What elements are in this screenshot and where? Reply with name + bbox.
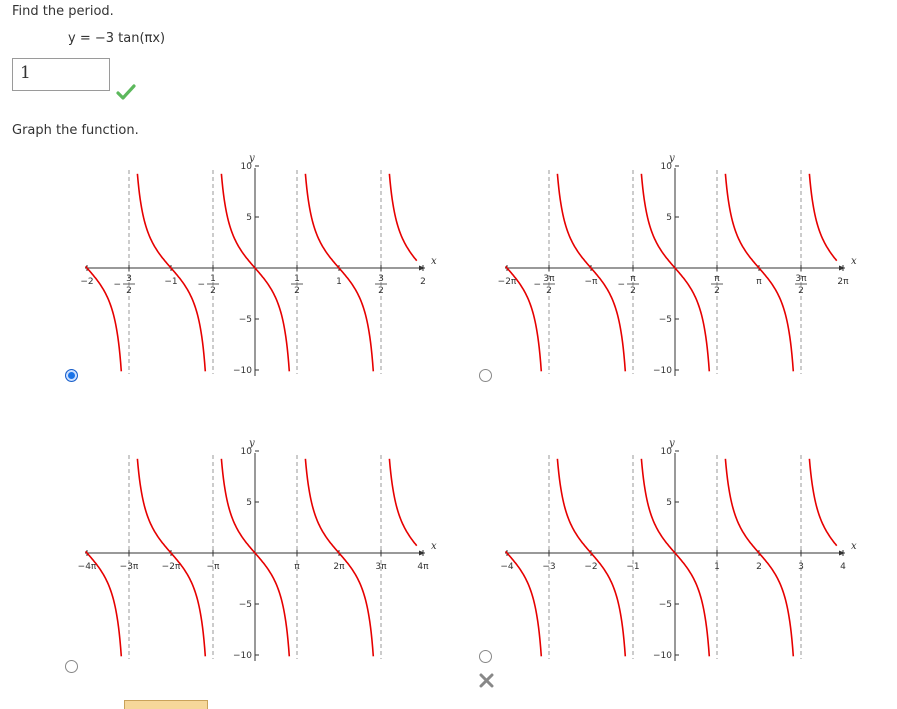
tangent-curve-branch <box>724 458 795 657</box>
x-tick-label: −4 <box>500 562 514 572</box>
svg-text:3π: 3π <box>543 274 555 284</box>
x-tick-label: 1 <box>336 277 342 287</box>
svg-text:2: 2 <box>714 286 720 296</box>
tangent-curve-branch <box>556 173 627 372</box>
graph-option-a: x y 10 5 −5 −10 −2−3 2 −1−1 2 1 2 1 3 2 2 <box>70 140 500 390</box>
svg-text:2: 2 <box>630 286 636 296</box>
x-tick-label: −π 2 <box>617 274 639 296</box>
tangent-curve-branch <box>388 458 418 547</box>
graph-option-d: x y 10 5 −5 −10 −4 −3 −2 −1 1 2 3 4 <box>490 425 897 675</box>
period-answer-field[interactable]: 1 <box>12 58 110 91</box>
x-tick-label: 2π <box>333 562 345 572</box>
svg-text:3: 3 <box>126 274 132 284</box>
x-tick-label: −4π <box>78 562 97 572</box>
y-tick-label: 10 <box>241 162 253 172</box>
svg-text:1: 1 <box>294 274 300 284</box>
x-tick-label: 4 <box>840 562 846 572</box>
x-tick-label: −3 2 <box>113 274 135 296</box>
tangent-curve-branch <box>724 173 795 372</box>
radio-option-b[interactable] <box>479 369 492 382</box>
tangent-curve-branch <box>304 458 375 657</box>
tangent-curve-branch <box>304 173 375 372</box>
x-tick-label: −3 <box>542 562 555 572</box>
svg-text:2: 2 <box>546 286 552 296</box>
x-tick-label: 1 <box>714 562 720 572</box>
x-tick-label: −2 <box>584 562 597 572</box>
svg-text:2: 2 <box>378 286 384 296</box>
prompt-find-period: Find the period. <box>12 4 114 19</box>
svg-text:2: 2 <box>126 286 132 296</box>
x-axis-label: x <box>851 256 857 267</box>
x-tick-label: −2 <box>80 277 93 287</box>
svg-text:1: 1 <box>210 274 216 284</box>
graph-option-b: x y 10 5 −5 −10 −2π −3π 2 −π − π 2 π 2 π 3π 2 2π <box>490 140 897 390</box>
x-tick-label: 2π <box>837 277 849 287</box>
prompt-graph-function: Graph the function. <box>12 123 139 138</box>
next-button[interactable] <box>124 700 208 709</box>
tangent-curve-branch <box>388 173 418 262</box>
svg-text:3π: 3π <box>795 274 807 284</box>
tangent-curve-branch <box>808 458 838 547</box>
svg-text:−: − <box>113 280 121 290</box>
tangent-curve-branch <box>556 458 627 657</box>
svg-text:−: − <box>533 280 541 290</box>
y-tick-label: 10 <box>241 447 253 457</box>
y-tick-label: 10 <box>661 162 673 172</box>
equation: y = −3 tan(πx) <box>68 31 166 46</box>
x-tick-label: 2 <box>756 562 762 572</box>
x-axis-label: x <box>431 541 437 552</box>
x-axis-arrow <box>839 550 845 556</box>
x-axis-arrow <box>419 265 425 271</box>
correct-check-icon <box>116 84 136 100</box>
x-tick-label: −π <box>585 277 599 287</box>
x-axis-arrow <box>419 550 425 556</box>
tangent-curve-branch <box>808 173 838 262</box>
svg-text:π: π <box>714 274 720 284</box>
x-tick-label: −2π <box>162 562 181 572</box>
radio-option-c[interactable] <box>65 660 78 673</box>
x-tick-label: 3π <box>375 562 387 572</box>
y-tick-label: 5 <box>666 498 672 508</box>
x-axis-arrow <box>839 265 845 271</box>
y-tick-label: −10 <box>233 366 252 376</box>
x-tick-label: −1 <box>164 277 177 287</box>
y-tick-label: 5 <box>246 498 252 508</box>
svg-text:3: 3 <box>378 274 384 284</box>
y-tick-label: −5 <box>239 315 252 325</box>
x-tick-label: 2 <box>420 277 426 287</box>
x-tick-label: −2π <box>498 277 517 287</box>
tangent-curve-branch <box>136 173 207 372</box>
y-tick-label: −5 <box>659 315 672 325</box>
radio-option-a[interactable] <box>65 369 78 382</box>
svg-text:2: 2 <box>210 286 216 296</box>
x-tick-label: −3π <box>120 562 139 572</box>
svg-text:π: π <box>630 274 636 284</box>
x-tick-label: −3π 2 <box>533 274 555 296</box>
graph-option-c: x y 10 5 −5 −10 −4π −3π −2π −π π 2π 3π 4π <box>70 425 500 675</box>
x-tick-label: −π <box>207 562 221 572</box>
x-tick-label: 4π <box>417 562 429 572</box>
x-tick-label: 3 <box>798 562 804 572</box>
svg-text:−: − <box>617 280 625 290</box>
y-tick-label: −5 <box>239 600 252 610</box>
svg-text:2: 2 <box>294 286 300 296</box>
y-tick-label: 10 <box>661 447 673 457</box>
x-tick-label: π <box>756 277 762 287</box>
y-tick-label: 5 <box>246 213 252 223</box>
wrong-x-icon <box>479 673 494 688</box>
y-tick-label: −10 <box>653 651 672 661</box>
x-axis-label: x <box>431 256 437 267</box>
x-tick-label: −1 2 <box>197 274 219 296</box>
y-tick-label: −5 <box>659 600 672 610</box>
y-tick-label: −10 <box>653 366 672 376</box>
x-tick-label: π <box>294 562 300 572</box>
y-tick-label: 5 <box>666 213 672 223</box>
svg-text:2: 2 <box>798 286 804 296</box>
x-tick-label: −1 <box>626 562 639 572</box>
svg-text:−: − <box>197 280 205 290</box>
y-tick-label: −10 <box>233 651 252 661</box>
x-axis-label: x <box>851 541 857 552</box>
radio-option-d[interactable] <box>479 650 492 663</box>
tangent-curve-branch <box>136 458 207 657</box>
